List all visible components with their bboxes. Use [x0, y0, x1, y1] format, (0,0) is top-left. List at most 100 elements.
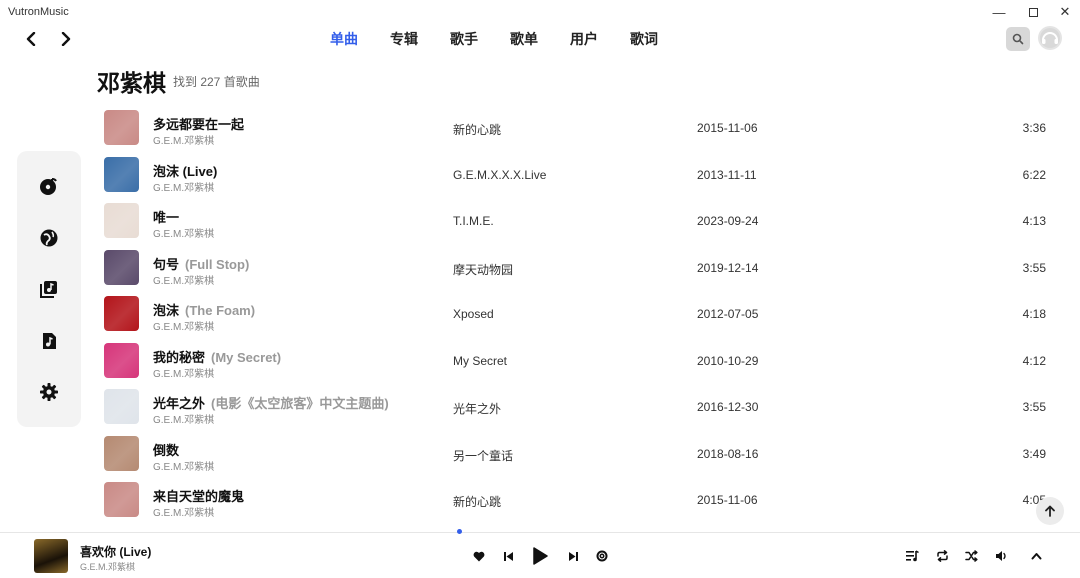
result-count: 找到 227 首歌曲: [173, 75, 260, 89]
search-button[interactable]: [1006, 27, 1030, 51]
song-row[interactable]: 我的秘密 (My Secret) G.E.M.邓紫棋 My Secret 2010…: [100, 337, 1060, 383]
song-title-text: 光年之外: [153, 396, 206, 411]
search-icon: [1012, 33, 1024, 45]
shuffle-button[interactable]: [961, 546, 981, 566]
song-album[interactable]: My Secret: [453, 354, 507, 368]
song-row[interactable]: 光年之外 (电影《太空旅客》中文主题曲) G.E.M.邓紫棋 光年之外 2016-…: [100, 383, 1060, 429]
app-title: VutronMusic: [8, 6, 69, 18]
tab-playlists[interactable]: 歌单: [510, 30, 538, 48]
fm-button[interactable]: [592, 546, 612, 566]
song-title-text: 来自天堂的魔鬼: [153, 489, 245, 504]
song-artist[interactable]: G.E.M.邓紫棋: [153, 458, 214, 473]
heart-icon: [473, 551, 485, 561]
song-date: 2012-07-05: [697, 307, 759, 321]
song-album[interactable]: 光年之外: [453, 400, 501, 417]
song-title-text: 泡沫 (Live): [153, 163, 218, 179]
now-playing-title[interactable]: 喜欢你 (Live): [80, 543, 151, 560]
song-duration: 3:49: [1022, 446, 1046, 461]
song-cover: [104, 296, 139, 331]
song-date: 2013-11-11: [697, 167, 757, 182]
song-date: 2010-10-29: [697, 353, 759, 368]
song-artist[interactable]: G.E.M.邓紫棋: [153, 132, 214, 147]
song-album[interactable]: 新的心跳: [453, 121, 501, 138]
song-album[interactable]: 新的心跳: [453, 493, 501, 510]
song-album[interactable]: 摩天动物园: [453, 261, 513, 278]
now-playing-artist[interactable]: G.E.M.邓紫棋: [80, 560, 135, 573]
song-row[interactable]: 倒数 G.E.M.邓紫棋 另一个童话 2018-08-16 3:49: [100, 430, 1060, 476]
progress-handle[interactable]: [457, 529, 462, 534]
library-icon: [40, 281, 57, 298]
sidebar: [17, 151, 81, 427]
expand-lyrics-button[interactable]: [1026, 546, 1046, 566]
minimize-button[interactable]: —: [984, 2, 1014, 22]
minimize-icon: —: [992, 4, 1006, 20]
tab-songs[interactable]: 单曲: [330, 30, 358, 48]
playlist-button[interactable]: [902, 546, 922, 566]
song-subtitle: (My Secret): [211, 349, 282, 365]
like-button[interactable]: [469, 546, 489, 566]
song-artist[interactable]: G.E.M.邓紫棋: [153, 179, 214, 194]
song-title: 光年之外 (电影《太空旅客》中文主题曲): [153, 393, 389, 412]
song-artist[interactable]: G.E.M.邓紫棋: [153, 504, 214, 519]
close-icon: ✕: [1059, 4, 1071, 19]
scroll-to-top-button[interactable]: [1036, 497, 1064, 525]
song-album[interactable]: Xposed: [453, 307, 494, 321]
song-album[interactable]: G.E.M.X.X.X.Live: [453, 168, 546, 182]
song-title-text: 倒数: [153, 442, 180, 458]
tab-artists[interactable]: 歌手: [450, 30, 478, 48]
song-duration: 4:18: [1022, 307, 1046, 321]
song-cover: [104, 249, 139, 285]
tab-albums[interactable]: 专辑: [390, 30, 418, 48]
tab-users[interactable]: 用户: [570, 30, 598, 48]
forward-button[interactable]: [55, 28, 77, 50]
song-album[interactable]: T.I.M.E.: [453, 214, 494, 228]
song-artist[interactable]: G.E.M.邓紫棋: [153, 411, 214, 426]
previous-icon: [503, 551, 513, 561]
volume-button[interactable]: [991, 546, 1011, 566]
play-button[interactable]: [529, 545, 551, 567]
song-row[interactable]: 泡沫 (Live) G.E.M.邓紫棋 G.E.M.X.X.X.Live 201…: [100, 151, 1060, 197]
play-icon: [533, 547, 548, 565]
song-artist[interactable]: G.E.M.邓紫棋: [153, 272, 214, 287]
search-type-tabs: 单曲 专辑 歌手 歌单 用户 歌词: [330, 30, 690, 48]
shuffle-icon: [964, 550, 978, 562]
sidebar-item-settings[interactable]: [38, 381, 60, 403]
song-artist[interactable]: G.E.M.邓紫棋: [153, 365, 214, 380]
song-subtitle: (The Foam): [185, 303, 256, 318]
next-button[interactable]: [563, 546, 583, 566]
user-avatar-icon: [1040, 28, 1060, 48]
song-duration: 3:36: [1022, 121, 1046, 135]
song-row[interactable]: 多远都要在一起 G.E.M.邓紫棋 新的心跳 2015-11-06 3:36: [100, 104, 1060, 150]
next-icon: [568, 551, 578, 561]
sidebar-item-library[interactable]: [38, 278, 60, 300]
back-button[interactable]: [20, 28, 42, 50]
now-playing-cover[interactable]: [34, 539, 68, 573]
song-row[interactable]: 唯一 G.E.M.邓紫棋 T.I.M.E. 2023-09-24 4:13: [100, 197, 1060, 243]
maximize-icon: [1028, 7, 1038, 17]
song-artist[interactable]: G.E.M.邓紫棋: [153, 318, 214, 333]
sidebar-item-local-music[interactable]: [38, 330, 60, 352]
repeat-button[interactable]: [932, 546, 952, 566]
user-avatar[interactable]: [1038, 26, 1062, 50]
song-album[interactable]: 另一个童话: [453, 447, 513, 464]
song-row[interactable]: 句号 (Full Stop) G.E.M.邓紫棋 摩天动物园 2019-12-14…: [100, 244, 1060, 290]
song-title: 泡沫 (The Foam): [153, 300, 255, 319]
chevron-left-icon: [26, 32, 36, 46]
tab-lyrics[interactable]: 歌词: [630, 30, 658, 48]
song-row[interactable]: 来自天堂的魔鬼 G.E.M.邓紫棋 新的心跳 2015-11-06 4:05: [100, 476, 1060, 522]
sidebar-item-explore[interactable]: [38, 227, 60, 249]
song-title-text: 多远都要在一起: [153, 117, 245, 132]
close-button[interactable]: ✕: [1050, 2, 1080, 22]
page-title: 邓紫棋: [97, 70, 166, 96]
song-row[interactable]: 泡沫 (The Foam) G.E.M.邓紫棋 Xposed 2012-07-05…: [100, 290, 1060, 336]
sidebar-item-music[interactable]: [38, 175, 60, 197]
song-date: 2023-09-24: [697, 214, 759, 228]
song-duration: 4:12: [1022, 353, 1046, 368]
song-duration: 4:13: [1022, 214, 1046, 228]
song-artist[interactable]: G.E.M.邓紫棋: [153, 225, 214, 240]
previous-button[interactable]: [498, 546, 518, 566]
song-title-text: 句号: [153, 256, 180, 272]
maximize-button[interactable]: [1018, 2, 1048, 22]
song-cover: [104, 435, 139, 471]
title-bar: VutronMusic — ✕: [0, 0, 1080, 24]
